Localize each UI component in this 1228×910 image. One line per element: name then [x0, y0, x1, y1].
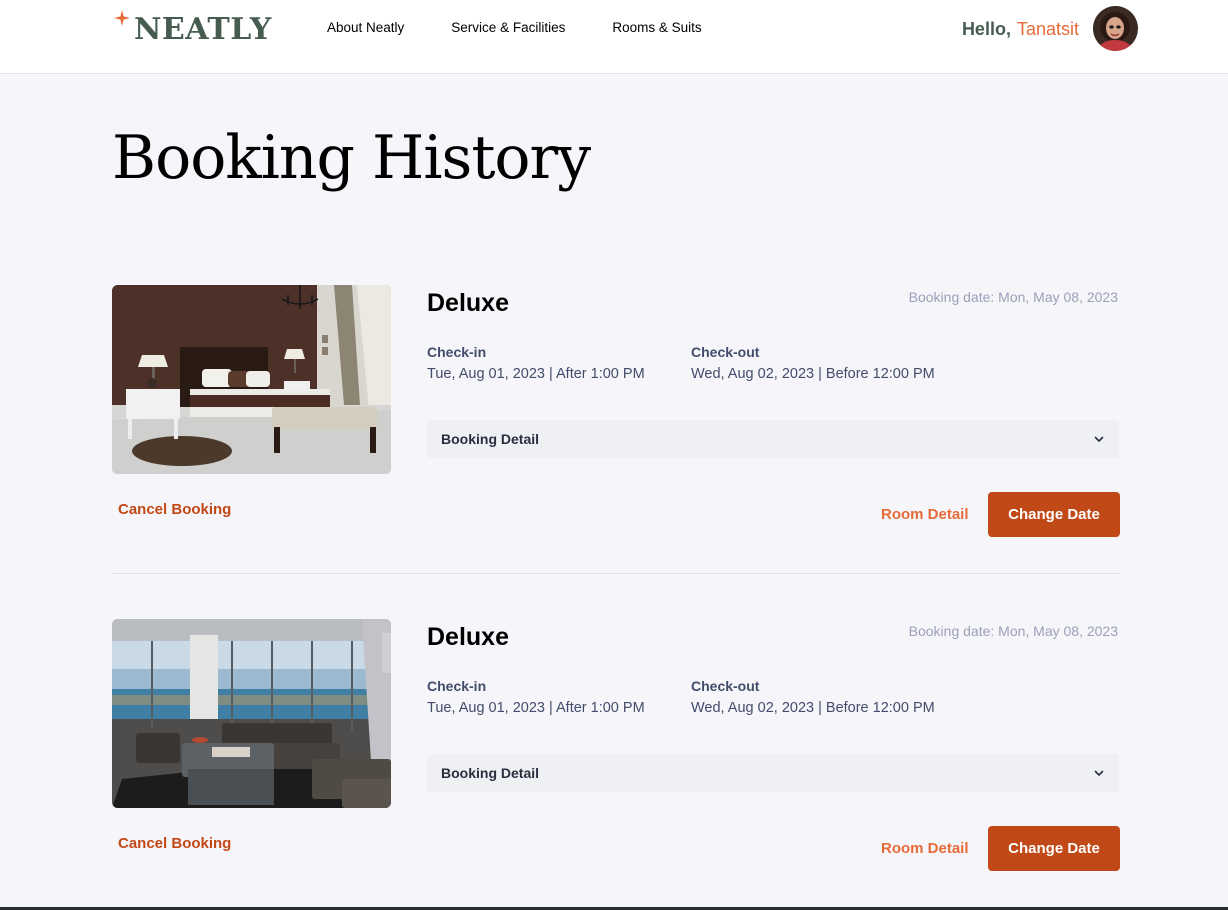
checkout-block: Check-out Wed, Aug 02, 2023 | Before 12:…: [691, 343, 935, 384]
logo-text: NEATLY: [134, 12, 272, 47]
neatly-logo[interactable]: NEATLY: [114, 8, 272, 48]
user-avatar[interactable]: [1093, 6, 1138, 51]
checkin-block: Check-in Tue, Aug 01, 2023 | After 1:00 …: [427, 343, 645, 384]
room-image-bedroom: [112, 285, 391, 474]
user-greeting: Hello, Tanatsit: [962, 17, 1079, 41]
nav-rooms-suits[interactable]: Rooms & Suits: [612, 19, 701, 37]
cancel-booking-link[interactable]: Cancel Booking: [118, 500, 231, 520]
checkout-value: Wed, Aug 02, 2023 | Before 12:00 PM: [691, 366, 935, 382]
change-date-button[interactable]: Change Date: [988, 826, 1120, 871]
sparkle-icon: [114, 10, 130, 26]
booking-detail-accordion[interactable]: Booking Detail: [427, 420, 1119, 458]
booking-date: Booking date: Mon, May 08, 2023: [908, 623, 1118, 639]
room-name: Deluxe: [427, 289, 509, 317]
checkin-label: Check-in: [427, 678, 487, 694]
room-detail-link[interactable]: Room Detail: [881, 505, 969, 525]
room-name: Deluxe: [427, 623, 509, 651]
cancel-booking-link[interactable]: Cancel Booking: [118, 834, 231, 854]
page-title: Booking History: [112, 123, 591, 193]
checkout-label: Check-out: [691, 678, 760, 694]
room-image-living-room: [112, 619, 391, 808]
booking-detail-label: Booking Detail: [441, 431, 540, 447]
top-navbar: NEATLY About Neatly Service & Facilities…: [0, 0, 1228, 74]
checkout-value: Wed, Aug 02, 2023 | Before 12:00 PM: [691, 700, 935, 716]
booking-detail-accordion[interactable]: Booking Detail: [427, 754, 1119, 792]
checkin-label: Check-in: [427, 344, 487, 360]
user-name[interactable]: Tanatsit: [1017, 19, 1079, 39]
nav-about-neatly[interactable]: About Neatly: [327, 19, 404, 37]
booking-card: Deluxe Booking date: Mon, May 08, 2023 C…: [112, 285, 1120, 575]
checkout-block: Check-out Wed, Aug 02, 2023 | Before 12:…: [691, 677, 935, 718]
change-date-button[interactable]: Change Date: [988, 492, 1120, 537]
booking-card: Deluxe Booking date: Mon, May 08, 2023 C…: [112, 619, 1120, 909]
booking-divider: [112, 573, 1120, 574]
avatar-image: [1093, 6, 1138, 51]
checkout-label: Check-out: [691, 344, 760, 360]
checkin-value: Tue, Aug 01, 2023 | After 1:00 PM: [427, 700, 645, 716]
main-nav: About Neatly Service & Facilities Rooms …: [327, 19, 749, 37]
checkin-block: Check-in Tue, Aug 01, 2023 | After 1:00 …: [427, 677, 645, 718]
chevron-down-icon: [1094, 770, 1104, 776]
nav-service-facilities[interactable]: Service & Facilities: [451, 19, 565, 37]
room-detail-link[interactable]: Room Detail: [881, 839, 969, 859]
booking-date: Booking date: Mon, May 08, 2023: [908, 289, 1118, 305]
chevron-down-icon: [1094, 436, 1104, 442]
greeting-text: Hello,: [961, 19, 1011, 39]
checkin-value: Tue, Aug 01, 2023 | After 1:00 PM: [427, 366, 645, 382]
booking-detail-label: Booking Detail: [441, 765, 540, 781]
